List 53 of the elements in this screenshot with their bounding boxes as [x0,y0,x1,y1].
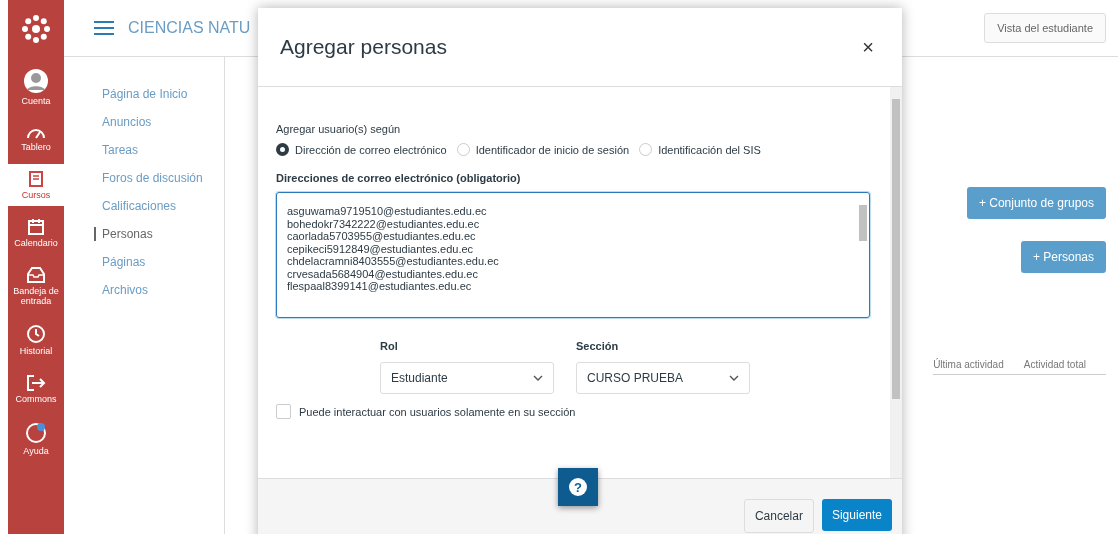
global-nav-item[interactable]: Commons [8,368,64,410]
next-button[interactable]: Siguiente [821,499,892,531]
book-icon [27,170,45,188]
radio-label[interactable]: Dirección de correo electrónico [295,143,447,156]
radio-label[interactable]: Identificador de inicio de sesión [475,143,630,156]
course-nav-link[interactable]: Foros de discusión [94,171,224,185]
calendar-icon [27,218,45,236]
course-nav-link[interactable]: Personas [94,227,224,241]
role-label: Rol [380,340,399,352]
global-nav-item[interactable]: Cuenta [8,62,64,112]
checkbox[interactable] [276,404,291,419]
exit-arrow-icon [26,374,46,392]
course-nav-link[interactable]: Anuncios [94,115,224,129]
clock-icon [26,324,46,344]
chevron-down-icon [533,375,543,381]
dialog-title: Agregar personas [280,35,447,59]
checkbox-label[interactable]: Puede interactuar con usuarios solamente en su sección [299,405,576,418]
global-nav-item[interactable]: Tablero [8,118,64,158]
scrollbar-thumb[interactable] [892,99,900,399]
logo-icon [19,12,53,46]
course-nav-link[interactable]: Calificaciones [94,199,224,213]
global-nav-item[interactable]: Bandeja de entrada [8,260,64,312]
close-button[interactable]: × [856,34,880,60]
inbox-icon [26,266,46,284]
help-icon [25,422,47,444]
emails-label: Direcciones de correo electrónico (obligatorio) [276,172,522,184]
help-button[interactable]: ? [558,468,598,506]
add-people-button[interactable]: + Personas [1020,241,1106,273]
course-nav-link[interactable]: Página de Inicio [94,87,224,101]
chevron-down-icon [729,375,739,381]
section-dropdown[interactable]: CURSO PRUEBA [576,362,750,394]
global-nav-item[interactable]: Calendario [8,212,64,254]
global-nav-item[interactable]: Historial [8,318,64,362]
avatar-icon [23,68,49,94]
column-header: Última actividad [933,359,1004,370]
global-nav-item[interactable]: Ayuda [8,416,64,462]
emails-text-area[interactable]: asguwama9719510@estudiantes.edu.ec bohedokr7342222@estudiantes.edu.ec caorlada5703955@estudiantes.edu.ec cepikeci5912849@estudiantes.edu.ec chdelacramni8403555@estudiantes.edu.ec crvesada5684904@estudiantes.edu.ec flespaal8399141@estudiantes.edu.ec [276,192,870,318]
add-by-label: Agregar usuario(s) según [276,123,402,135]
global-nav-item[interactable]: Cursos [8,164,64,206]
role-dropdown[interactable]: Estudiante [380,362,554,394]
column-header: Actividad total [1023,359,1086,370]
course-nav-link[interactable]: Archivos [94,283,224,297]
course-title[interactable]: CIENCIAS NATU [128,19,251,37]
cancel-button[interactable]: Cancelar [743,499,814,533]
scrollbar-thumb[interactable] [859,205,867,241]
radio-label[interactable]: Identificación del SIS [658,143,761,156]
course-nav-link[interactable]: Páginas [94,255,224,269]
radio-button[interactable] [276,143,289,156]
section-label: Sección [576,340,620,352]
course-nav-link[interactable]: Tareas [94,143,224,157]
menu-icon[interactable] [94,21,114,35]
student-view-button[interactable]: Vista del estudiante [984,13,1106,43]
group-set-button[interactable]: + Conjunto de grupos [966,187,1106,219]
